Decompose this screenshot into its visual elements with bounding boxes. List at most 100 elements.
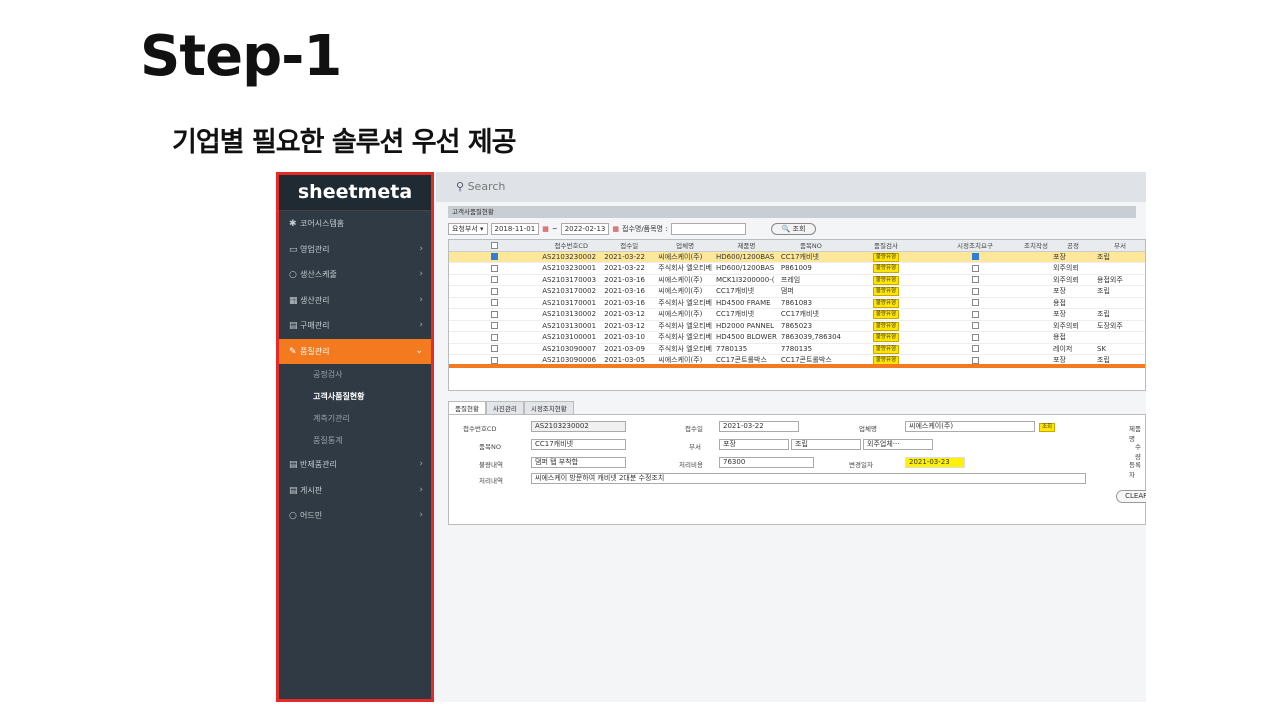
subnav-item[interactable]: 공정검사: [279, 364, 431, 386]
table-cell: [1021, 308, 1051, 321]
defect-type-badge[interactable]: 불량유형: [872, 275, 900, 285]
table-cell: 외주의뢰: [1051, 262, 1095, 275]
row-checkbox-cell: [449, 251, 541, 263]
defect-type-badge[interactable]: 불량유형: [872, 287, 900, 297]
row-checkbox[interactable]: [491, 253, 499, 261]
cost-field[interactable]: 76300: [719, 457, 814, 468]
date-from[interactable]: 2018-11-01: [490, 223, 540, 235]
table-row[interactable]: AS2103090007 2021-03-09 주식회사 엘오티베 7780135 77…: [449, 343, 1145, 355]
sidebar-item-5[interactable]: ✎ 품질관리 ⌄: [279, 338, 431, 364]
row-checkbox-cell: [449, 308, 541, 321]
row-checkbox[interactable]: [491, 322, 499, 330]
subnav-item[interactable]: 계측기관리: [279, 408, 431, 430]
corrective-action-checkbox[interactable]: [971, 310, 979, 318]
row-checkbox-cell: [449, 297, 541, 309]
table-cell: 2021-03-16: [602, 285, 657, 298]
subnav-item[interactable]: 품질통계: [279, 430, 431, 452]
date-to[interactable]: 2022-02-13: [560, 223, 610, 235]
sidebar-item-2[interactable]: ○ 어드민 ›: [279, 503, 431, 529]
corrective-action-checkbox[interactable]: [971, 253, 979, 261]
corrective-action-checkbox[interactable]: [971, 264, 979, 272]
corrective-action-checkbox[interactable]: [971, 299, 979, 307]
dept-select-2[interactable]: 조립: [791, 439, 861, 450]
table-cell: [929, 251, 1021, 263]
defect-type-badge[interactable]: 불량유형: [872, 252, 900, 262]
table-row[interactable]: AS2103170002 2021-03-16 씨에스케이(주) CC17캐비넷 댐퍼 불…: [449, 285, 1145, 298]
tab-0[interactable]: 품질현황: [448, 401, 486, 414]
sidebar-item-4[interactable]: ▤ 구매관리 ›: [279, 313, 431, 339]
sidebar-item-3[interactable]: ▦ 생산관리 ›: [279, 288, 431, 314]
defect-type-badge[interactable]: 불량유형: [872, 321, 900, 331]
change-date-field[interactable]: 2021-03-23: [905, 457, 965, 468]
row-checkbox[interactable]: [491, 264, 499, 272]
search-bar[interactable]: ⚲ Search: [436, 172, 1146, 202]
defect-type-badge[interactable]: 불량유형: [872, 264, 900, 274]
slide-title: Step-1: [140, 24, 342, 89]
row-checkbox[interactable]: [491, 276, 499, 284]
chevron-right-icon: ›: [419, 243, 423, 254]
dept-select-1[interactable]: 포장: [719, 439, 789, 450]
calendar-icon[interactable]: ▦: [542, 221, 549, 237]
table-cell: 주식회사 엘오티베: [656, 320, 714, 332]
table-cell: 포장: [1051, 308, 1095, 321]
sidebar-item-1[interactable]: ▭ 영업관리 ›: [279, 237, 431, 263]
row-checkbox[interactable]: [491, 356, 499, 364]
table-row[interactable]: AS2103130001 2021-03-12 주식회사 엘오티베 HD2000 PA…: [449, 320, 1145, 332]
table-cell: HD2000 PANNEL: [714, 320, 779, 332]
subnav-item[interactable]: 고객사품질현황: [279, 386, 431, 408]
dept-select-3[interactable]: 외주업체···: [863, 439, 933, 450]
table-cell: [1021, 274, 1051, 286]
table-row[interactable]: AS2103170003 2021-03-16 씨에스케이(주) MCK1I32000…: [449, 274, 1145, 286]
defect-type-badge[interactable]: 불량유형: [872, 333, 900, 343]
table-cell: [929, 343, 1021, 355]
corrective-action-checkbox[interactable]: [971, 345, 979, 353]
column-header: 접수일: [602, 240, 657, 252]
table-row[interactable]: AS2103230002 2021-03-22 씨에스케이(주) HD600/1200…: [449, 251, 1145, 263]
table-cell: [1095, 262, 1145, 275]
defect-type-badge[interactable]: 불량유형: [872, 344, 900, 354]
defect-type-badge[interactable]: 불량유형: [872, 298, 900, 308]
item-no-field[interactable]: CC17캐비넷: [531, 439, 626, 450]
table-cell: 7780135: [778, 343, 843, 355]
tab-1[interactable]: 사진관리: [485, 401, 524, 414]
table-row[interactable]: AS2103100001 2021-03-10 주식회사 엘오티베 HD4500 BL…: [449, 331, 1145, 344]
sidebar-item-0[interactable]: ✱ 코어시스템홈: [279, 211, 431, 237]
sidebar-item-2[interactable]: ○ 생산스케줄 ›: [279, 262, 431, 288]
table-row[interactable]: AS2103170001 2021-03-16 주식회사 엘오티베 HD4500 FR…: [449, 297, 1145, 309]
select-all-checkbox[interactable]: [491, 241, 499, 249]
date-field[interactable]: 2021-03-22: [719, 421, 799, 432]
table-cell: 레이저: [1051, 343, 1095, 355]
corrective-action-checkbox[interactable]: [971, 276, 979, 284]
table-cell: 2021-03-16: [602, 297, 657, 309]
scrollbar[interactable]: [449, 364, 1145, 368]
sidebar-item-1[interactable]: ▤ 게시판 ›: [279, 478, 431, 504]
query-button[interactable]: 🔍 조회: [770, 223, 817, 235]
tab-2[interactable]: 시정조치현황: [523, 401, 574, 414]
table-row[interactable]: AS2103130002 2021-03-12 씨에스케이(주) CC17캐비넷 CC1…: [449, 308, 1145, 321]
company-select[interactable]: 씨에스케이(주): [905, 421, 1035, 432]
row-checkbox[interactable]: [491, 345, 499, 353]
table-cell: 씨에스케이(주): [656, 285, 714, 298]
process-field[interactable]: 씨에스케이 방문하여 캐비넷 2대분 수정조치: [531, 473, 1086, 484]
sidebar-item-0[interactable]: ▤ 반제품관리 ›: [279, 452, 431, 478]
table-cell: [1021, 331, 1051, 344]
company-lookup-button[interactable]: 조회: [1039, 423, 1056, 432]
row-checkbox[interactable]: [491, 299, 499, 307]
corrective-action-checkbox[interactable]: [971, 333, 979, 341]
receipt-no-field[interactable]: AS2103230002: [531, 421, 626, 432]
row-checkbox[interactable]: [491, 333, 499, 341]
table-cell: [929, 331, 1021, 344]
corrective-action-checkbox[interactable]: [971, 322, 979, 330]
corrective-action-checkbox[interactable]: [971, 356, 979, 364]
row-checkbox[interactable]: [491, 287, 499, 295]
clear-button[interactable]: CLEAR: [1116, 490, 1146, 503]
search-input[interactable]: [670, 223, 746, 235]
defect-type-badge[interactable]: 불량유형: [872, 310, 900, 320]
table-row[interactable]: AS2103230001 2021-03-22 주식회사 엘오티베 HD600/120…: [449, 262, 1145, 275]
dept-select[interactable]: 요청부서 ▾: [448, 223, 488, 235]
corrective-action-checkbox[interactable]: [971, 287, 979, 295]
table-cell: 용접: [1051, 297, 1095, 309]
defect-field[interactable]: 댐퍼 탭 부착합: [531, 457, 626, 468]
calendar-icon[interactable]: ▦: [612, 221, 619, 237]
row-checkbox[interactable]: [491, 310, 499, 318]
